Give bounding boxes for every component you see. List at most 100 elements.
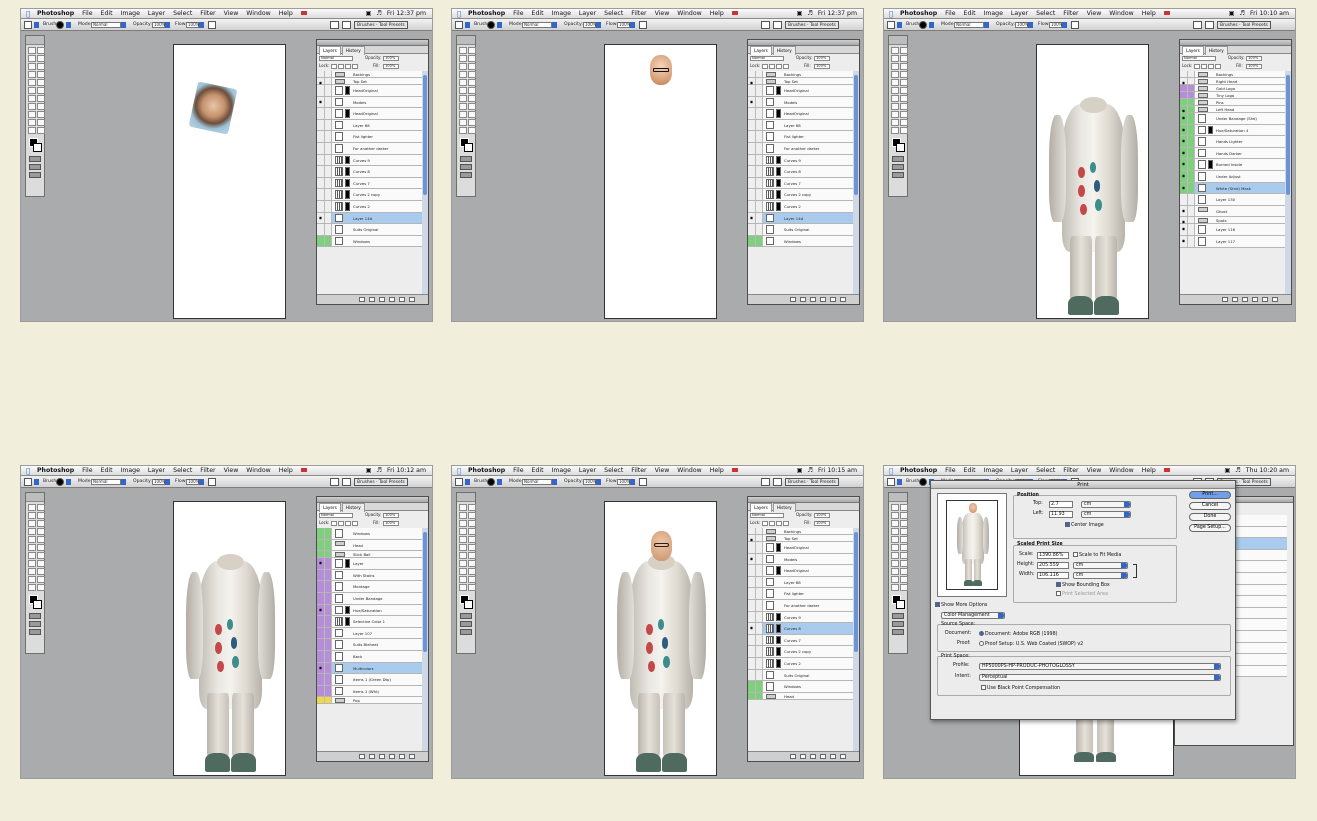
layers-scrollbar[interactable]: [853, 71, 859, 294]
layer-link-icon[interactable]: [756, 78, 763, 84]
layer-link-icon[interactable]: [756, 634, 763, 646]
eye-visibility-icon[interactable]: [748, 646, 756, 657]
layer-link-icon[interactable]: [756, 108, 763, 119]
eye-visibility-icon[interactable]: ◉: [748, 96, 756, 108]
palette-action-icon[interactable]: [810, 754, 816, 759]
layer-link-icon[interactable]: [325, 166, 332, 177]
lock-toggle-icon[interactable]: [776, 521, 782, 526]
layer-row[interactable]: Curves 8: [317, 166, 422, 178]
palette-action-icon[interactable]: [379, 754, 385, 759]
show-bounding-box-checkbox[interactable]: Show Bounding Box: [1056, 582, 1110, 589]
layer-link-icon[interactable]: [1188, 106, 1195, 112]
layer-row[interactable]: Items 1 (Green Dtp): [317, 674, 422, 686]
layer-row[interactable]: Selective Color 1: [317, 616, 422, 628]
layer-link-icon[interactable]: [325, 154, 332, 166]
intent-select[interactable]: Perceptual: [979, 674, 1221, 681]
layer-link-icon[interactable]: [756, 177, 763, 189]
layer-row[interactable]: ◉ Models: [748, 96, 853, 109]
eye-visibility-icon[interactable]: [748, 692, 756, 699]
palette-action-icon[interactable]: [1262, 297, 1268, 302]
scroll-thumb[interactable]: [423, 532, 427, 652]
palette-action-icon[interactable]: [1272, 297, 1278, 302]
layer-row[interactable]: Layer 107: [317, 627, 422, 640]
layer-row[interactable]: Layer 68: [748, 119, 853, 132]
opacity-field[interactable]: 100%: [1246, 56, 1262, 61]
center-image-checkbox[interactable]: Center Image: [1065, 522, 1104, 529]
lock-toggle-icon[interactable]: [769, 64, 775, 69]
layer-row[interactable]: ◉ Models: [748, 553, 853, 566]
palette-action-icon[interactable]: [790, 754, 796, 759]
eye-visibility-icon[interactable]: [748, 224, 756, 235]
eye-visibility-icon[interactable]: [317, 142, 325, 154]
layer-link-icon[interactable]: [756, 189, 763, 200]
layer-link-icon[interactable]: [756, 565, 763, 576]
layer-row[interactable]: HeadOriginal: [748, 542, 853, 554]
eye-visibility-icon[interactable]: [748, 71, 756, 77]
layer-row[interactable]: HeadOriginal: [317, 85, 422, 97]
layers-scrollbar[interactable]: [422, 528, 428, 751]
eye-visibility-icon[interactable]: ◉: [748, 535, 756, 542]
cancel-button[interactable]: Cancel: [1189, 502, 1231, 510]
palette-action-icon[interactable]: [1242, 297, 1248, 302]
layer-row[interactable]: With Stains: [317, 569, 422, 582]
layer-link-icon[interactable]: [756, 528, 763, 534]
layer-link-icon[interactable]: [1188, 124, 1195, 136]
eye-visibility-icon[interactable]: [748, 634, 756, 646]
layer-link-icon[interactable]: [756, 646, 763, 657]
eye-visibility-icon[interactable]: ◉: [1180, 124, 1188, 136]
lock-toggle-icon[interactable]: [331, 521, 337, 526]
color-management-select[interactable]: Color Management: [941, 612, 1005, 619]
blend-mode-select[interactable]: Normal: [1182, 56, 1216, 61]
layer-link-icon[interactable]: [325, 604, 332, 616]
palette-action-icon[interactable]: [830, 297, 836, 302]
layer-link-icon[interactable]: [1188, 71, 1195, 77]
layer-row[interactable]: ◉ Layer 14d: [317, 212, 422, 225]
eye-visibility-icon[interactable]: ◉: [1180, 147, 1188, 159]
eye-visibility-icon[interactable]: [1180, 92, 1188, 98]
lock-toggle-icon[interactable]: [1215, 64, 1221, 69]
scroll-thumb[interactable]: [1286, 75, 1290, 195]
eye-visibility-icon[interactable]: ◉: [1180, 159, 1188, 170]
layer-row[interactable]: Curves 9: [748, 154, 853, 167]
layer-row[interactable]: Curves 2: [317, 200, 422, 213]
eye-visibility-icon[interactable]: ◉: [317, 604, 325, 616]
eye-visibility-icon[interactable]: ◉: [748, 78, 756, 85]
blend-mode-select[interactable]: Normal: [750, 513, 784, 518]
layer-link-icon[interactable]: [756, 681, 763, 692]
document-canvas[interactable]: [173, 501, 286, 776]
lock-toggle-icon[interactable]: [352, 64, 358, 69]
layer-row[interactable]: Windows: [748, 235, 853, 248]
eye-visibility-icon[interactable]: [748, 576, 756, 588]
eye-visibility-icon[interactable]: [1180, 194, 1188, 205]
layer-link-icon[interactable]: [325, 662, 332, 674]
layer-link-icon[interactable]: [1188, 224, 1195, 235]
eye-visibility-icon[interactable]: [317, 639, 325, 650]
layer-row[interactable]: Head: [317, 539, 422, 552]
layer-row[interactable]: Curves 2: [748, 657, 853, 670]
eye-visibility-icon[interactable]: [317, 685, 325, 697]
eye-visibility-icon[interactable]: ◉: [1180, 217, 1188, 224]
lock-toggle-icon[interactable]: [338, 521, 344, 526]
layer-link-icon[interactable]: [325, 592, 332, 604]
layer-row[interactable]: Curves 7: [748, 634, 853, 647]
palette-action-icon[interactable]: [800, 297, 806, 302]
blend-mode-select[interactable]: Normal: [319, 56, 353, 61]
palette-action-icon[interactable]: [1222, 297, 1228, 302]
layers-scrollbar[interactable]: [853, 528, 859, 751]
layer-link-icon[interactable]: [325, 78, 332, 84]
layer-row[interactable]: Head: [748, 692, 853, 700]
palette-action-icon[interactable]: [409, 297, 415, 302]
eye-visibility-icon[interactable]: [317, 539, 325, 551]
eye-visibility-icon[interactable]: [748, 200, 756, 212]
height-unit-select[interactable]: cm: [1073, 562, 1128, 569]
document-radio[interactable]: Document: Adobe RGB (1998): [979, 631, 1058, 638]
layer-row[interactable]: Backings: [317, 71, 422, 78]
lock-toggle-icon[interactable]: [338, 64, 344, 69]
eye-visibility-icon[interactable]: ◉: [317, 96, 325, 108]
width-unit-select[interactable]: cm: [1073, 572, 1128, 579]
layer-link-icon[interactable]: [756, 85, 763, 96]
left-unit-select[interactable]: cm: [1081, 511, 1131, 518]
layer-row[interactable]: Under Bandage: [317, 592, 422, 605]
layer-link-icon[interactable]: [756, 235, 763, 247]
eye-visibility-icon[interactable]: ◉: [317, 558, 325, 569]
